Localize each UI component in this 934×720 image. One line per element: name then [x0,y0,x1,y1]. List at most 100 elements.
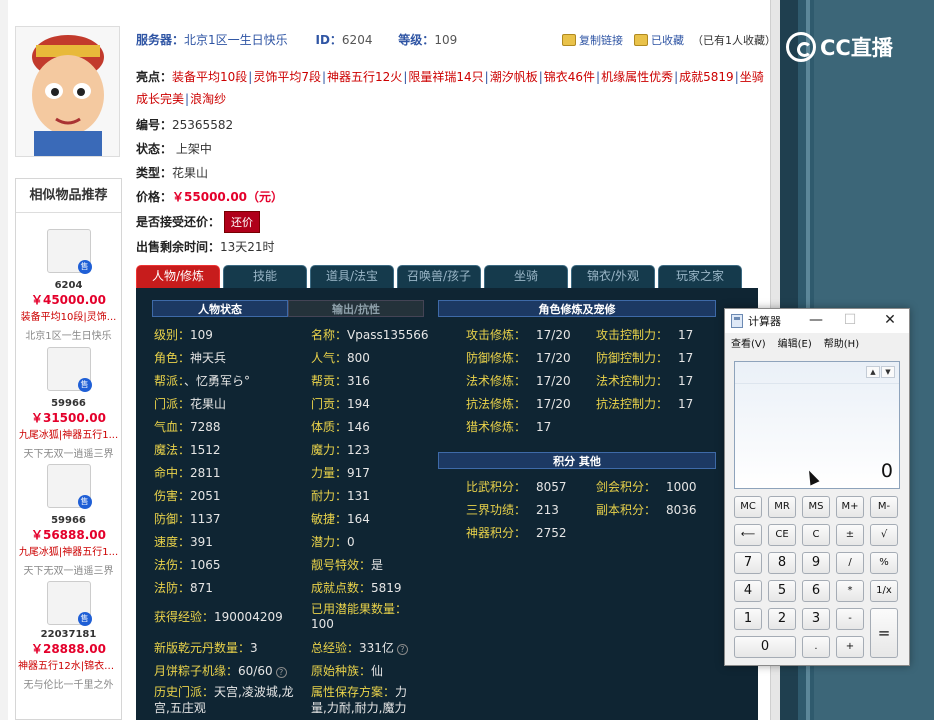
similar-item[interactable]: 售 59966 ￥31500.00 九尾冰狐|神器五行1... 天下无双一逍遥三… [16,347,121,460]
tab-pets[interactable]: 召唤兽/孩子 [397,265,481,288]
stat-key: 防御： [154,512,191,526]
key-decimal[interactable]: . [802,636,830,658]
tab-home[interactable]: 玩家之家 [658,265,742,288]
copy-link-button[interactable]: 复制链接 [562,32,623,48]
key-6[interactable]: 6 [802,580,830,602]
similar-item[interactable]: 售 59966 ￥56888.00 九尾冰狐|神器五行1... 天下无双一逍遥三… [16,464,121,577]
key-percent[interactable]: % [870,552,898,574]
minimize-icon[interactable]: — [803,309,829,333]
key-backspace[interactable]: ⟵ [734,524,762,546]
menu-edit[interactable]: 编辑(E) [778,335,812,350]
tab-mounts[interactable]: 坐骑 [484,265,568,288]
stat-value: 1065 [190,558,221,572]
stat-row: 气血：7288 [154,418,221,435]
tab-skills[interactable]: 技能 [223,265,307,288]
calculator-icon [731,314,743,328]
stat-row: 猎术修炼： 17 [466,418,551,435]
stat-row: 神器积分： 2752 [466,524,567,541]
similar-item-tags[interactable]: 九尾冰狐|神器五行1... [16,543,121,558]
stat-row: 帮派：、忆勇军ら° [154,372,250,389]
stat-row: 名称：Vpass135566 [311,326,429,343]
stat-value: 2051 [190,489,221,503]
stat-key: 原始种族： [311,664,372,678]
scroll-down-icon[interactable]: ▼ [881,366,895,378]
key-equals[interactable]: = [870,608,898,658]
level-value: 109 [434,33,458,47]
key-reciprocal[interactable]: 1/x [870,580,898,602]
stat-row: 靓号特效：是 [311,556,383,573]
key-1[interactable]: 1 [734,608,762,630]
highlight-tag: 神器五行12火 [327,70,403,84]
similar-item-tags[interactable]: 神器五行12水|锦衣4... [16,657,121,672]
key-plus-minus[interactable]: ± [836,524,864,546]
highlight-tag: 浪淘纱 [190,92,227,106]
stat-row: 体质：146 [311,418,370,435]
tab-character[interactable]: 人物/修炼 [136,265,220,288]
stat-history-school: 历史门派：天宫,凌波城,龙宫,五庄观 [154,684,306,716]
stat-row: 法术控制力： 17 [596,372,693,389]
item-header: 服务器：北京1区一生日快乐 ID：6204 等级：109 [136,31,457,48]
stat-value: 146 [347,420,370,434]
menu-view[interactable]: 查看(V) [731,335,766,350]
key-multiply[interactable]: * [836,580,864,602]
stat-row: 速度：391 [154,533,213,550]
tab-items[interactable]: 道具/法宝 [310,265,394,288]
tab-outfits[interactable]: 锦衣/外观 [571,265,655,288]
similar-item[interactable]: 售 6204 ￥45000.00 装备平均10段|灵饰... 北京1区一生日快乐 [16,229,121,342]
id-value: 6204 [341,33,373,47]
calculator-window[interactable]: 计算器 — ☐ ✕ 查看(V) 编辑(E) 帮助(H) ▲ ▼ 0 MC MR MS M… [724,308,910,666]
key-sqrt[interactable]: √ [870,524,898,546]
highlights: 亮点：装备平均10段|灵饰平均7段|神器五行12火|限量祥瑞14只|潮汐帆板|锦… [136,70,764,106]
calculator-title: 计算器 [748,315,781,328]
key-3[interactable]: 3 [802,608,830,630]
stat-row: 成就点数：5819 [311,579,402,596]
similar-item-tags[interactable]: 装备平均10段|灵饰... [16,308,121,323]
stat-value: 17 [678,374,694,388]
stat-key: 帮贡： [311,374,348,388]
stat-value: 是 [371,558,384,572]
key-subtract[interactable]: - [836,608,864,630]
key-4[interactable]: 4 [734,580,762,602]
key-m-plus[interactable]: M+ [836,496,864,518]
key-7[interactable]: 7 [734,552,762,574]
similar-item-avatar[interactable]: 售 [46,464,92,509]
key-8[interactable]: 8 [768,552,796,574]
stat-row: 剑会积分： 1000 [596,478,697,495]
scroll-up-icon[interactable]: ▲ [866,366,880,378]
help-icon[interactable]: ? [275,667,287,678]
key-m-minus[interactable]: M- [870,496,898,518]
bargain-button[interactable]: 还价 [224,211,261,233]
help-icon[interactable]: ? [396,644,408,655]
stat-key: 名称： [311,328,348,342]
key-9[interactable]: 9 [802,552,830,574]
stat-row: 防御控制力： 17 [596,349,693,366]
similar-item-avatar[interactable]: 售 [46,347,92,392]
key-add[interactable]: + [836,636,864,658]
similar-item-avatar[interactable]: 售 [46,229,92,274]
stat-value: 3 [250,641,258,655]
key-ce[interactable]: CE [768,524,796,546]
item-number-row: 编号：25365582 [136,116,233,133]
menu-help[interactable]: 帮助(H) [824,335,859,350]
favorite-button[interactable]: 已收藏 [634,32,684,48]
subtab-output-resist[interactable]: 输出/抗性 [288,300,424,317]
key-divide[interactable]: / [836,552,864,574]
key-0[interactable]: 0 [734,636,796,658]
key-2[interactable]: 2 [768,608,796,630]
similar-item[interactable]: 售 22037181 ￥28888.00 神器五行12水|锦衣4... 无与伦比… [16,581,121,691]
key-5[interactable]: 5 [768,580,796,602]
stat-key: 帮派： [154,374,185,388]
subtab-character-status[interactable]: 人物状态 [152,300,288,317]
key-c[interactable]: C [802,524,830,546]
key-mc[interactable]: MC [734,496,762,518]
calculator-titlebar[interactable]: 计算器 — ☐ ✕ [725,309,909,333]
price-label: 价格： [136,190,173,204]
stat-value: 331亿 [359,641,394,655]
key-mr[interactable]: MR [768,496,796,518]
stat-row: 耐力：131 [311,487,370,504]
close-icon[interactable]: ✕ [877,309,903,333]
similar-item-tags[interactable]: 九尾冰狐|神器五行1... [16,426,121,441]
key-ms[interactable]: MS [802,496,830,518]
remaining-value: 13天21时 [220,240,275,254]
similar-item-avatar[interactable]: 售 [46,581,92,626]
